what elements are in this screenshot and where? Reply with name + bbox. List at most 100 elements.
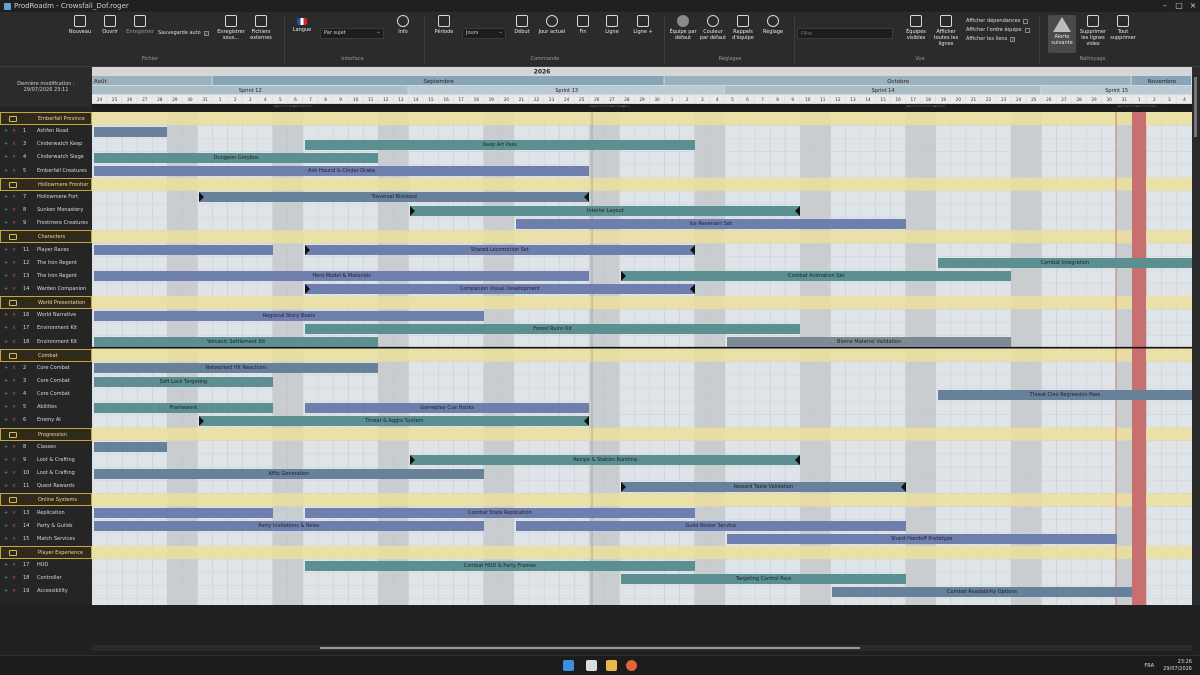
jour-actuel-button[interactable]: Jour actuel	[538, 15, 566, 35]
row-label[interactable]: + × 6 Enemy AI	[0, 414, 92, 427]
task-bar[interactable]: Ash Hound & Cinder Drake	[94, 166, 590, 177]
remove-row-icon[interactable]: ×	[12, 362, 16, 375]
alerte-suivante-button[interactable]: Alerte suivante	[1048, 15, 1076, 53]
task-bar[interactable]	[94, 126, 168, 137]
add-row-icon[interactable]: +	[4, 533, 8, 546]
period-select[interactable]: Jours ‒	[462, 28, 506, 39]
supprimer-vides-button[interactable]: Supprimer les lignes vides	[1079, 15, 1107, 47]
group-header[interactable]: Combat	[0, 348, 92, 362]
remove-row-icon[interactable]: ×	[12, 336, 16, 349]
add-row-icon[interactable]: +	[4, 520, 8, 533]
task-bar[interactable]: Shared Locomotion Set	[304, 245, 695, 255]
afficher-lignes-button[interactable]: Afficher toutes les lignes	[932, 15, 960, 47]
task-bar[interactable]: Guild Roster Service	[515, 521, 906, 532]
row-label[interactable]: + × 5 Abilities	[0, 401, 92, 414]
start-anchor-icon[interactable]	[410, 455, 416, 466]
system-tray[interactable]: FRA 23:26 29/07/2026	[1144, 659, 1192, 673]
group-header[interactable]: Progression	[0, 427, 92, 441]
remove-row-icon[interactable]: ×	[12, 283, 16, 296]
row-label[interactable]: + × 13 Replication	[0, 507, 92, 520]
add-row-icon[interactable]: +	[4, 467, 8, 480]
remove-row-icon[interactable]: ×	[12, 559, 16, 572]
filter-input[interactable]	[797, 28, 893, 39]
task-bar[interactable]	[94, 245, 273, 255]
task-view-icon[interactable]	[586, 660, 597, 671]
row-label[interactable]: + × 17 Environment Kit	[0, 322, 92, 335]
add-row-icon[interactable]: +	[4, 283, 8, 296]
end-anchor-icon[interactable]	[689, 245, 695, 255]
row-label[interactable]: + × 3 Cinderwatch Keep	[0, 138, 92, 151]
check-2[interactable]: Afficher les liens ✓	[966, 36, 1016, 42]
row-label[interactable]: + × 14 Warden Companion	[0, 283, 92, 296]
end-anchor-icon[interactable]	[689, 284, 695, 295]
task-bar[interactable]: Gameplay Cue Hooks	[304, 402, 590, 413]
remove-row-icon[interactable]: ×	[12, 257, 16, 270]
horizontal-scrollbar[interactable]	[92, 645, 1192, 651]
ligne-minus-button[interactable]: Ligne	[598, 15, 626, 35]
row-label[interactable]: + × 18 Environment Kit	[0, 336, 92, 349]
row-label[interactable]: + × 10 Loot & Crafting	[0, 467, 92, 480]
vertical-scrollbar[interactable]	[1192, 67, 1200, 605]
start-anchor-icon[interactable]	[304, 245, 310, 255]
task-bar[interactable]: Affix Generation	[94, 468, 484, 479]
maximize-button[interactable]: □	[1172, 0, 1186, 12]
add-row-icon[interactable]: +	[4, 204, 8, 217]
task-bar[interactable]: Threat & Aggro System	[199, 415, 590, 426]
remove-row-icon[interactable]: ×	[12, 204, 16, 217]
add-row-icon[interactable]: +	[4, 480, 8, 493]
remove-row-icon[interactable]: ×	[12, 244, 16, 257]
row-label[interactable]: + × 14 Party & Guilds	[0, 520, 92, 533]
remove-row-icon[interactable]: ×	[12, 467, 16, 480]
add-row-icon[interactable]: +	[4, 441, 8, 454]
start-anchor-icon[interactable]	[199, 192, 205, 203]
debut-button[interactable]: Début	[508, 15, 536, 35]
info-button[interactable]: Info	[389, 15, 417, 35]
group-header[interactable]: Player Experience	[0, 545, 92, 560]
group-header[interactable]: Emberfall Province	[0, 112, 92, 126]
row-label[interactable]: + × 15 Match Services	[0, 533, 92, 546]
remove-row-icon[interactable]: ×	[12, 507, 16, 520]
task-bar[interactable]: Keep Art Pass	[304, 139, 695, 150]
task-bar[interactable]: Interior Layout	[410, 205, 801, 216]
horizontal-scroll-thumb[interactable]	[320, 647, 860, 649]
end-anchor-icon[interactable]	[584, 415, 590, 426]
task-bar[interactable]: Combat Readability Options	[832, 586, 1132, 597]
group-header[interactable]: Characters	[0, 230, 92, 244]
remove-row-icon[interactable]: ×	[12, 572, 16, 585]
add-row-icon[interactable]: +	[4, 559, 8, 572]
couleur-defaut-button[interactable]: Couleur par défaut	[699, 15, 727, 41]
task-bar[interactable]: Recipe & Station Runtime	[410, 455, 801, 466]
remove-row-icon[interactable]: ×	[12, 520, 16, 533]
add-row-icon[interactable]: +	[4, 336, 8, 349]
row-label[interactable]: + × 9 Frostmere Creatures	[0, 217, 92, 230]
vertical-scroll-thumb[interactable]	[1194, 77, 1197, 137]
add-row-icon[interactable]: +	[4, 388, 8, 401]
task-bar[interactable]: Party Invitations & Roles	[94, 521, 484, 532]
end-anchor-icon[interactable]	[795, 455, 801, 466]
equipes-visibles-button[interactable]: Équipes visibles	[902, 15, 930, 41]
add-row-icon[interactable]: +	[4, 507, 8, 520]
start-anchor-icon[interactable]	[621, 271, 627, 282]
task-bar[interactable]: Threat Cleo Regression Pass	[937, 389, 1192, 400]
row-label[interactable]: + × 13 The Iron Regent	[0, 270, 92, 283]
row-label[interactable]: + × 8 Sunken Monastery	[0, 204, 92, 217]
task-bar[interactable]: Hero Model & Materials	[94, 271, 590, 282]
start-anchor-icon[interactable]	[304, 284, 310, 295]
row-label[interactable]: + × 5 Emberfall Creatures	[0, 165, 92, 178]
task-bar[interactable]: Biome Material Validation	[726, 337, 1012, 348]
remove-row-icon[interactable]: ×	[12, 480, 16, 493]
row-label[interactable]: + × 16 World Narrative	[0, 309, 92, 322]
ouvrir-button[interactable]: Ouvrir	[96, 15, 124, 35]
task-bar[interactable]: Traversal Blockout	[199, 192, 590, 203]
row-label[interactable]: + × 3 Core Combat	[0, 375, 92, 388]
minimize-button[interactable]: –	[1158, 0, 1172, 12]
remove-row-icon[interactable]: ×	[12, 125, 16, 138]
row-label[interactable]: + × 7 Hollowmere Fort	[0, 191, 92, 204]
task-bar[interactable]: Ice Revenant Set	[515, 218, 906, 229]
task-bar[interactable]: Combat State Replication	[304, 508, 695, 518]
reglage-button[interactable]: Réglage	[759, 15, 787, 35]
row-label[interactable]: + × 4 Cinderwatch Siege	[0, 151, 92, 164]
row-label[interactable]: + × 8 Classes	[0, 441, 92, 454]
remove-row-icon[interactable]: ×	[12, 441, 16, 454]
autosave-checkbox[interactable]: ✓	[203, 30, 209, 36]
